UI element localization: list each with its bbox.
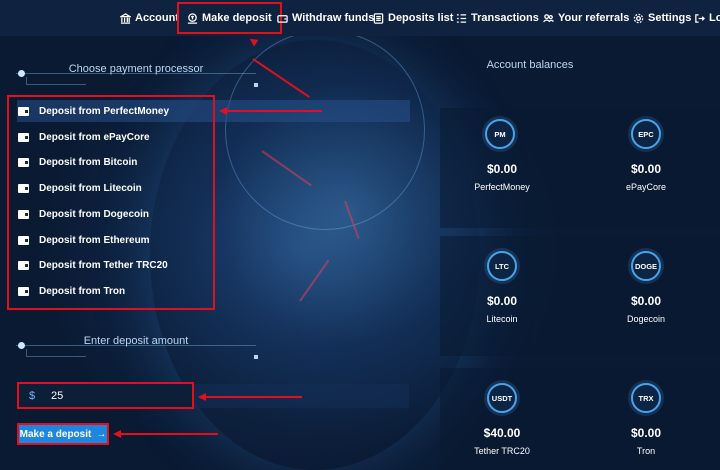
nav-your-referrals[interactable]: Your referrals <box>543 0 629 36</box>
top-navigation: Account Make deposit Withdraw funds Depo… <box>0 0 720 36</box>
annotation-arrowhead-button <box>113 430 121 438</box>
nav-transactions[interactable]: Transactions <box>456 0 539 36</box>
wallet-icon <box>277 14 288 23</box>
nav-settings-label: Settings <box>648 12 692 24</box>
balance-amount: $0.00 <box>630 294 662 308</box>
annotation-arrowhead-processor <box>219 107 227 115</box>
wallet-icon <box>18 183 29 193</box>
nav-withdraw-funds[interactable]: Withdraw funds <box>277 0 374 36</box>
balance-amount: $0.00 <box>486 162 518 176</box>
annotation-arrowhead-nav <box>247 35 259 47</box>
wallet-icon <box>18 209 29 219</box>
balance-name: Dogecoin <box>626 314 666 324</box>
nav-account-label: Account <box>135 12 179 24</box>
perfectmoney-coin-icon: PM <box>485 119 515 149</box>
processor-tether-trc20[interactable]: Deposit from Tether TRC20 <box>18 255 168 275</box>
nav-transactions-label: Transactions <box>471 12 539 24</box>
nav-deposits-list[interactable]: Deposits list <box>373 0 453 36</box>
gear-icon <box>633 13 644 23</box>
nav-make-deposit-label: Make deposit <box>202 12 272 24</box>
balance-name: Tether TRC20 <box>474 446 530 456</box>
balance-name: Litecoin <box>486 314 518 324</box>
amount-input-group: $ <box>17 382 194 409</box>
header-tick <box>254 83 258 87</box>
processor-dogecoin[interactable]: Deposit from Dogecoin <box>18 204 149 224</box>
logout-icon <box>695 13 705 23</box>
wallet-icon <box>18 286 29 296</box>
nav-settings[interactable]: Settings <box>633 0 691 36</box>
annotation-arrow-button <box>120 433 218 435</box>
processor-epaycore[interactable]: Deposit from ePayCore <box>18 127 150 147</box>
currency-symbol: $ <box>28 389 36 402</box>
processor-bitcoin[interactable]: Deposit from Bitcoin <box>18 152 137 172</box>
referrals-icon <box>543 13 554 22</box>
processor-label: Deposit from ePayCore <box>39 131 150 143</box>
deposit-icon <box>187 12 198 24</box>
nav-logout[interactable]: Lo <box>694 0 720 36</box>
nav-account[interactable]: Account <box>120 0 179 36</box>
processor-label: Deposit from Bitcoin <box>39 156 138 168</box>
tether-coin-icon: USDT <box>487 383 517 413</box>
header-tick <box>254 355 258 359</box>
balance-name: ePayCore <box>625 182 667 192</box>
list-icon <box>373 12 384 24</box>
wallet-icon <box>18 260 29 270</box>
annotation-arrow-amount <box>205 396 302 398</box>
annotation-arrow-processor <box>226 110 322 112</box>
make-deposit-label: Make a deposit <box>19 428 92 440</box>
processor-perfectmoney[interactable]: Deposit from PerfectMoney <box>18 101 169 121</box>
nav-make-deposit[interactable]: Make deposit <box>177 2 282 34</box>
header-trail <box>26 77 86 85</box>
deposit-amount-title: Enter deposit amount <box>83 335 189 347</box>
processor-label: Deposit from Ethereum <box>39 234 150 246</box>
nav-withdraw-funds-label: Withdraw funds <box>292 12 375 24</box>
processor-label: Deposit from Tether TRC20 <box>39 259 168 271</box>
payment-processor-title: Choose payment processor <box>68 63 204 75</box>
deposit-amount-input[interactable] <box>51 389 181 402</box>
dogecoin-coin-icon: DOGE <box>631 251 661 281</box>
processor-tron[interactable]: Deposit from Tron <box>18 281 125 301</box>
nav-deposits-list-label: Deposits list <box>388 12 454 24</box>
bank-icon <box>120 12 131 24</box>
arrow-right-icon: → <box>96 428 107 440</box>
processor-label: Deposit from PerfectMoney <box>39 105 170 117</box>
balance-name: PerfectMoney <box>474 182 530 192</box>
processor-ethereum[interactable]: Deposit from Ethereum <box>18 230 150 250</box>
transactions-icon <box>456 13 467 23</box>
processor-label: Deposit from Litecoin <box>39 182 142 194</box>
nav-logout-label: Lo <box>709 12 720 24</box>
tron-coin-icon: TRX <box>631 383 661 413</box>
processor-label: Deposit from Tron <box>39 285 126 297</box>
balance-amount: $0.00 <box>630 162 662 176</box>
nav-your-referrals-label: Your referrals <box>558 12 630 24</box>
processor-litecoin[interactable]: Deposit from Litecoin <box>18 178 142 198</box>
epaycore-coin-icon: EPC <box>631 119 661 149</box>
wallet-icon <box>18 235 29 245</box>
wallet-icon <box>18 106 29 116</box>
balance-name: Tron <box>636 446 656 456</box>
account-balances-title: Account balances <box>486 59 574 71</box>
annotation-arrowhead-amount <box>198 393 206 401</box>
make-deposit-button[interactable]: Make a deposit → <box>17 423 109 445</box>
wallet-icon <box>18 132 29 142</box>
processor-label: Deposit from Dogecoin <box>39 208 150 220</box>
balance-amount: $40.00 <box>483 426 521 440</box>
wallet-icon <box>18 157 29 167</box>
header-trail <box>26 349 86 357</box>
balance-amount: $0.00 <box>630 426 662 440</box>
balance-amount: $0.00 <box>486 294 518 308</box>
litecoin-coin-icon: LTC <box>487 251 517 281</box>
